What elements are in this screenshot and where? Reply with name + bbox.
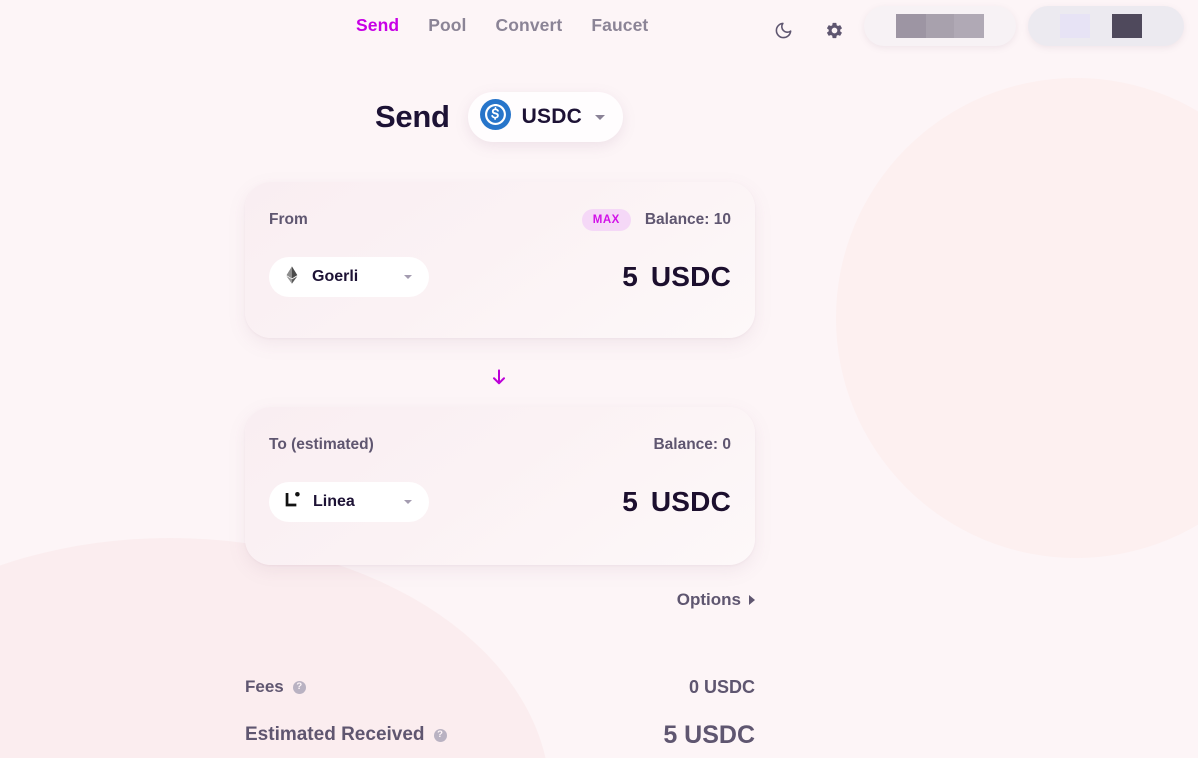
from-card-header: From MAX Balance: 10 — [269, 208, 731, 232]
triangle-right-icon — [749, 595, 755, 605]
app-page: Send Pool Convert Faucet Send USDC From … — [0, 0, 1198, 758]
gear-icon[interactable] — [823, 19, 845, 41]
to-label: To (estimated) — [269, 436, 374, 453]
to-chain-selector[interactable]: Linea — [269, 482, 429, 522]
to-card-body: Linea USDC — [269, 482, 731, 522]
to-card-balance-group: Balance: 0 — [653, 436, 731, 454]
fees-label: Fees — [245, 677, 284, 696]
estimated-received-label-group: Estimated Received ? — [245, 724, 447, 746]
fees-label-group: Fees ? — [245, 677, 306, 697]
page-title: Send — [375, 99, 450, 134]
summary-section: Fees ? 0 USDC Estimated Received ? 5 USD… — [245, 670, 755, 758]
from-chain-name: Goerli — [312, 268, 359, 285]
fees-row: Fees ? 0 USDC — [245, 670, 755, 704]
network-redacted-block — [1042, 14, 1142, 38]
nav-item-faucet[interactable]: Faucet — [591, 16, 648, 35]
from-label: From — [269, 211, 308, 228]
options-toggle-button[interactable]: Options — [677, 590, 755, 610]
estimated-received-label: Estimated Received — [245, 724, 425, 745]
to-chain-name: Linea — [313, 493, 355, 510]
from-chain-chevron-down-icon — [404, 275, 412, 279]
from-card: From MAX Balance: 10 Goerli 5 USDC — [245, 182, 755, 338]
from-chain-selector[interactable]: Goerli — [269, 257, 429, 297]
token-selector[interactable]: USDC — [467, 92, 623, 142]
options-row: Options — [245, 590, 755, 610]
estimated-received-row: Estimated Received ? 5 USDC — [245, 718, 755, 752]
arrow-down-icon[interactable] — [481, 360, 517, 394]
nav-item-send[interactable]: Send — [356, 16, 399, 35]
main-nav: Send Pool Convert Faucet — [356, 16, 648, 35]
from-amount-input[interactable] — [583, 261, 638, 293]
header-icon-group — [772, 19, 845, 41]
to-chain-chevron-down-icon — [404, 500, 412, 504]
chevron-down-icon — [594, 114, 605, 120]
network-pill[interactable] — [1028, 6, 1184, 46]
estimated-received-value: 5 USDC — [663, 720, 755, 749]
usdc-coin-icon — [479, 99, 511, 135]
page-title-row: Send USDC — [0, 92, 998, 142]
to-amount-token: USDC — [650, 486, 731, 517]
account-pill[interactable] — [864, 6, 1016, 46]
header-widgets — [864, 6, 1184, 46]
to-amount-group: USDC — [583, 486, 731, 518]
moon-icon[interactable] — [772, 19, 794, 41]
to-balance-label: Balance: 0 — [653, 436, 731, 453]
ethereum-icon — [282, 265, 302, 290]
fees-value: 0 USDC — [688, 676, 755, 697]
linea-icon — [282, 489, 303, 515]
from-balance-label: Balance: 10 — [644, 211, 731, 228]
from-card-balance-group: MAX Balance: 10 — [581, 209, 731, 231]
nav-item-convert[interactable]: Convert — [496, 16, 563, 35]
max-button[interactable]: MAX — [581, 209, 631, 231]
to-amount-input[interactable] — [583, 486, 638, 518]
from-card-body: Goerli USDC — [269, 257, 731, 297]
from-amount-token: USDC — [650, 261, 731, 292]
options-label: Options — [676, 590, 741, 609]
app-header: Send Pool Convert Faucet — [0, 0, 1198, 60]
nav-item-pool[interactable]: Pool — [428, 16, 466, 35]
from-amount-group: USDC — [583, 261, 731, 293]
to-card-header: To (estimated) Balance: 0 — [269, 433, 731, 457]
to-card: To (estimated) Balance: 0 Linea USDC — [245, 407, 755, 565]
estimated-received-help-icon[interactable]: ? — [433, 728, 447, 742]
account-redacted-block — [896, 14, 984, 38]
fees-help-icon[interactable]: ? — [292, 680, 306, 694]
token-name-label: USDC — [521, 105, 582, 128]
